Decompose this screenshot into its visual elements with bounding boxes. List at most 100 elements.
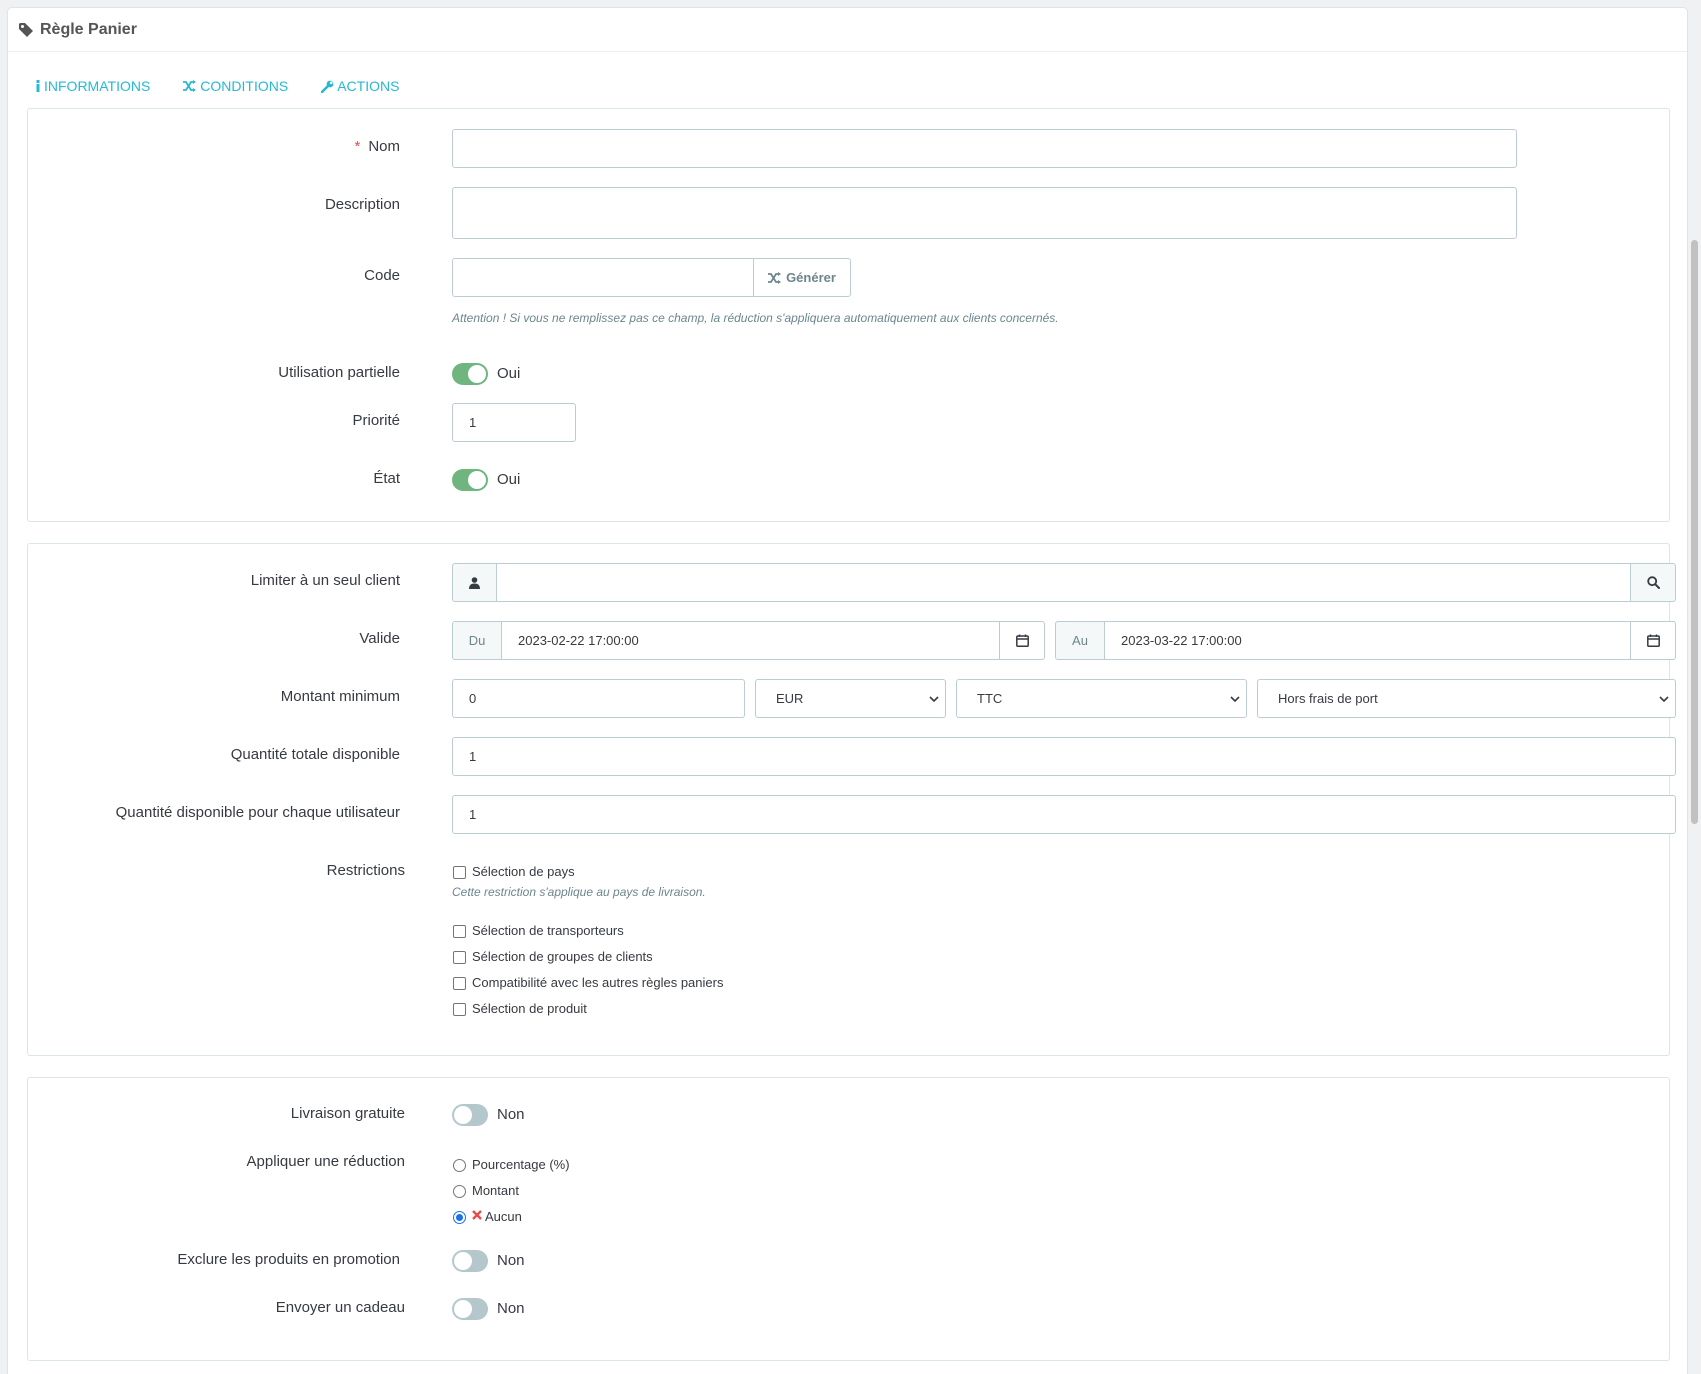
restrictions-label: Restrictions (326, 862, 405, 879)
priority-input[interactable]: 1 (452, 403, 576, 442)
tab-conditions-label: CONDITIONS (200, 78, 289, 94)
product-restriction-checkbox[interactable] (453, 1003, 466, 1016)
group-restriction-checkbox[interactable] (453, 951, 466, 964)
switch-knob (454, 1252, 472, 1270)
tab-actions[interactable]: ACTIONS (321, 78, 399, 94)
tax-select[interactable]: TTC (956, 679, 1247, 718)
tab-informations[interactable]: INFORMATIONS (35, 78, 150, 94)
exclude-promo-label: Exclure les produits en promotion (177, 1251, 400, 1268)
country-restriction-label: Sélection de pays (472, 864, 575, 879)
cart-rule-panel: Règle Panier INFORMATIONS CONDITIONS ACT… (7, 7, 1688, 1374)
min-amount-input[interactable]: 0 (452, 679, 745, 718)
total-qty-label: Quantité totale disponible (230, 746, 400, 763)
partial-use-label: Utilisation partielle (278, 364, 400, 381)
min-amount-label: Montant minimum (280, 688, 400, 705)
group-restriction-label: Sélection de groupes de clients (472, 949, 653, 964)
cart-rule-compat-label: Compatibilité avec les autres règles pan… (472, 975, 724, 990)
from-addon: Du (452, 621, 502, 660)
carrier-restriction-checkbox[interactable] (453, 925, 466, 938)
carrier-restriction-label: Sélection de transporteurs (472, 923, 624, 938)
switch-knob (454, 1106, 472, 1124)
free-shipping-switch[interactable] (452, 1104, 488, 1126)
name-input[interactable] (452, 129, 1517, 168)
discount-percent-label: Pourcentage (%) (472, 1157, 570, 1172)
code-input[interactable] (452, 258, 754, 297)
customer-search-button[interactable] (1630, 563, 1676, 602)
priority-label: Priorité (352, 412, 400, 429)
status-state: Oui (497, 471, 521, 488)
user-icon (469, 576, 480, 589)
informations-card: * Nom Description Code Générer Attention … (27, 108, 1670, 522)
status-switch[interactable] (452, 469, 488, 491)
panel-heading: Règle Panier (8, 8, 1687, 52)
to-addon: Au (1055, 621, 1105, 660)
total-qty-input[interactable]: 1 (452, 737, 1676, 776)
discount-amount-label: Montant (472, 1183, 519, 1198)
date-from-input[interactable]: 2023-02-22 17:00:00 (501, 621, 1000, 660)
shipping-select[interactable]: Hors frais de port (1257, 679, 1676, 718)
search-icon (1646, 576, 1660, 589)
switch-knob (468, 471, 486, 489)
discount-label: Appliquer une réduction (246, 1153, 405, 1170)
close-icon (472, 1210, 482, 1220)
status-label: État (373, 470, 400, 487)
required-mark: * (354, 138, 361, 155)
currency-select[interactable]: EUR (755, 679, 946, 718)
panel-title: Règle Panier (40, 20, 137, 38)
page-scrollbar[interactable] (1691, 240, 1698, 824)
actions-card: Livraison gratuite Non Appliquer une réd… (27, 1077, 1670, 1361)
name-label: * Nom (354, 138, 400, 155)
wrench-icon (321, 80, 334, 93)
tab-actions-label: ACTIONS (337, 78, 400, 94)
country-help-text: Cette restriction s'applique au pays de … (452, 885, 706, 899)
generate-button-label: Générer (786, 270, 836, 285)
code-label: Code (364, 267, 400, 284)
switch-knob (468, 365, 486, 383)
partial-use-state: Oui (497, 365, 521, 382)
calendar-icon (1646, 634, 1660, 647)
generate-button[interactable]: Générer (753, 258, 851, 297)
switch-knob (454, 1300, 472, 1318)
date-from-calendar-button[interactable] (999, 621, 1045, 660)
conditions-card: Limiter à un seul client Valide Du 2023-… (27, 543, 1676, 1056)
send-gift-label: Envoyer un cadeau (275, 1299, 405, 1316)
free-shipping-state: Non (497, 1106, 525, 1123)
discount-amount-radio[interactable] (453, 1185, 466, 1198)
user-qty-label: Quantité disponible pour chaque utilisat… (115, 804, 400, 821)
discount-none-radio[interactable] (453, 1211, 466, 1224)
send-gift-switch[interactable] (452, 1298, 488, 1320)
partial-use-switch[interactable] (452, 363, 488, 385)
free-shipping-label: Livraison gratuite (290, 1105, 405, 1122)
tab-conditions[interactable]: CONDITIONS (183, 78, 288, 94)
discount-none-label: Aucun (485, 1209, 522, 1224)
send-gift-state: Non (497, 1300, 525, 1317)
chevron-down-icon (929, 695, 939, 702)
tax-selected: TTC (977, 691, 1003, 706)
tag-icon (19, 22, 33, 37)
date-to-calendar-button[interactable] (1630, 621, 1676, 660)
country-restriction-checkbox[interactable] (453, 866, 466, 879)
valid-label: Valide (359, 630, 400, 647)
currency-selected: EUR (776, 691, 804, 706)
info-icon (36, 80, 40, 92)
shipping-selected: Hors frais de port (1278, 691, 1378, 706)
customer-search-input[interactable] (496, 563, 1631, 602)
random-icon (183, 80, 197, 92)
exclude-promo-switch[interactable] (452, 1250, 488, 1272)
customer-addon (452, 563, 497, 602)
chevron-down-icon (1230, 695, 1240, 702)
cart-rule-compat-checkbox[interactable] (453, 977, 466, 990)
tab-bar: INFORMATIONS CONDITIONS ACTIONS (35, 78, 432, 94)
user-qty-input[interactable]: 1 (452, 795, 1676, 834)
customer-label: Limiter à un seul client (250, 572, 400, 589)
tab-informations-label: INFORMATIONS (44, 78, 151, 94)
random-icon (768, 271, 782, 284)
calendar-icon (1015, 634, 1029, 647)
date-to-input[interactable]: 2023-03-22 17:00:00 (1104, 621, 1631, 660)
chevron-down-icon (1659, 695, 1669, 702)
product-restriction-label: Sélection de produit (472, 1001, 587, 1016)
description-textarea[interactable] (452, 187, 1517, 239)
code-help-text: Attention ! Si vous ne remplissez pas ce… (452, 311, 1059, 325)
description-label: Description (324, 196, 400, 213)
discount-percent-radio[interactable] (453, 1159, 466, 1172)
